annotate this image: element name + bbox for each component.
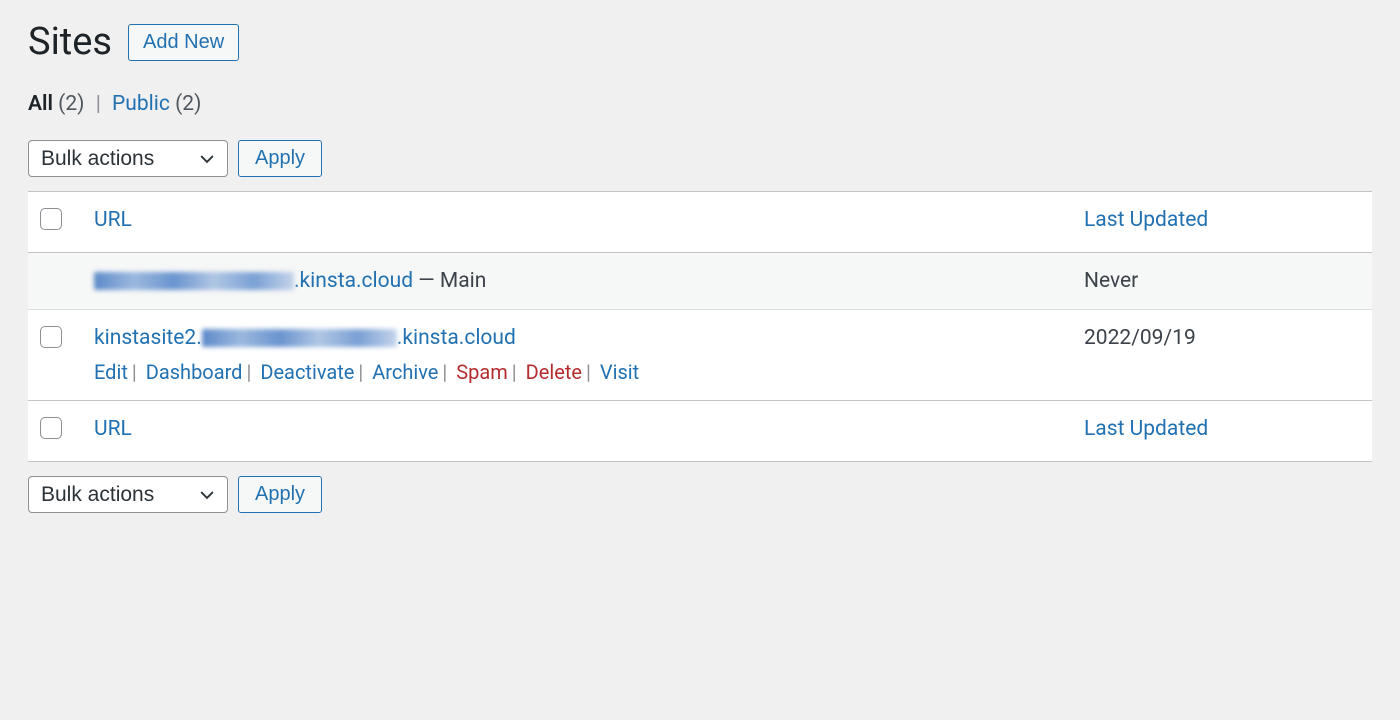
- tablenav-top: Bulk actions Apply: [28, 140, 1372, 177]
- filter-public[interactable]: Public (2): [112, 92, 201, 116]
- site-url-prefix: kinstasite2.: [94, 326, 202, 350]
- sites-table: URL Last Updated .kinsta.cloud — Main Ne…: [28, 191, 1372, 462]
- filter-all-label: All: [28, 92, 53, 116]
- filter-links: All (2) | Public (2): [28, 92, 1372, 116]
- table-row: .kinsta.cloud — Main Never: [28, 253, 1372, 310]
- action-delete[interactable]: Delete: [526, 360, 582, 384]
- select-all-bottom-checkbox[interactable]: [40, 417, 62, 439]
- bulk-actions-select-bottom[interactable]: Bulk actions: [28, 476, 228, 513]
- row-actions: Edit| Dashboard| Deactivate| Archive| Sp…: [94, 360, 1060, 384]
- action-archive[interactable]: Archive: [372, 360, 438, 384]
- apply-button-bottom[interactable]: Apply: [238, 476, 322, 513]
- table-row: kinstasite2. .kinsta.cloud Edit| Dashboar…: [28, 310, 1372, 401]
- action-dashboard[interactable]: Dashboard: [146, 360, 243, 384]
- action-edit[interactable]: Edit: [94, 360, 128, 384]
- apply-button-top[interactable]: Apply: [238, 140, 322, 177]
- column-url-footer[interactable]: URL: [94, 417, 132, 441]
- filter-public-count: (2): [175, 92, 201, 116]
- action-spam[interactable]: Spam: [456, 360, 508, 384]
- site-url-link[interactable]: .kinsta.cloud: [94, 269, 418, 293]
- filter-all-count: (2): [58, 92, 84, 116]
- add-new-button[interactable]: Add New: [128, 24, 239, 61]
- site-main-badge: — Main: [418, 269, 486, 293]
- redacted-segment: [94, 272, 294, 290]
- select-all-top-checkbox[interactable]: [40, 208, 62, 230]
- action-visit[interactable]: Visit: [600, 360, 639, 384]
- site-updated-value: Never: [1084, 269, 1138, 293]
- tablenav-bottom: Bulk actions Apply: [28, 476, 1372, 513]
- site-updated-value: 2022/09/19: [1084, 326, 1196, 350]
- site-url-suffix: .kinsta.cloud: [294, 269, 413, 293]
- column-updated-header[interactable]: Last Updated: [1084, 208, 1208, 232]
- column-url-header[interactable]: URL: [94, 208, 132, 232]
- site-url-link[interactable]: kinstasite2. .kinsta.cloud: [94, 326, 516, 350]
- bulk-actions-select-top[interactable]: Bulk actions: [28, 140, 228, 177]
- filter-separator: |: [96, 92, 101, 116]
- row-checkbox[interactable]: [40, 326, 62, 348]
- redacted-segment: [202, 329, 397, 347]
- site-url-suffix: .kinsta.cloud: [397, 326, 516, 350]
- action-deactivate[interactable]: Deactivate: [260, 360, 354, 384]
- page-title: Sites: [28, 20, 112, 64]
- filter-public-label: Public: [112, 92, 170, 116]
- column-updated-footer[interactable]: Last Updated: [1084, 417, 1208, 441]
- filter-all[interactable]: All (2): [28, 92, 90, 116]
